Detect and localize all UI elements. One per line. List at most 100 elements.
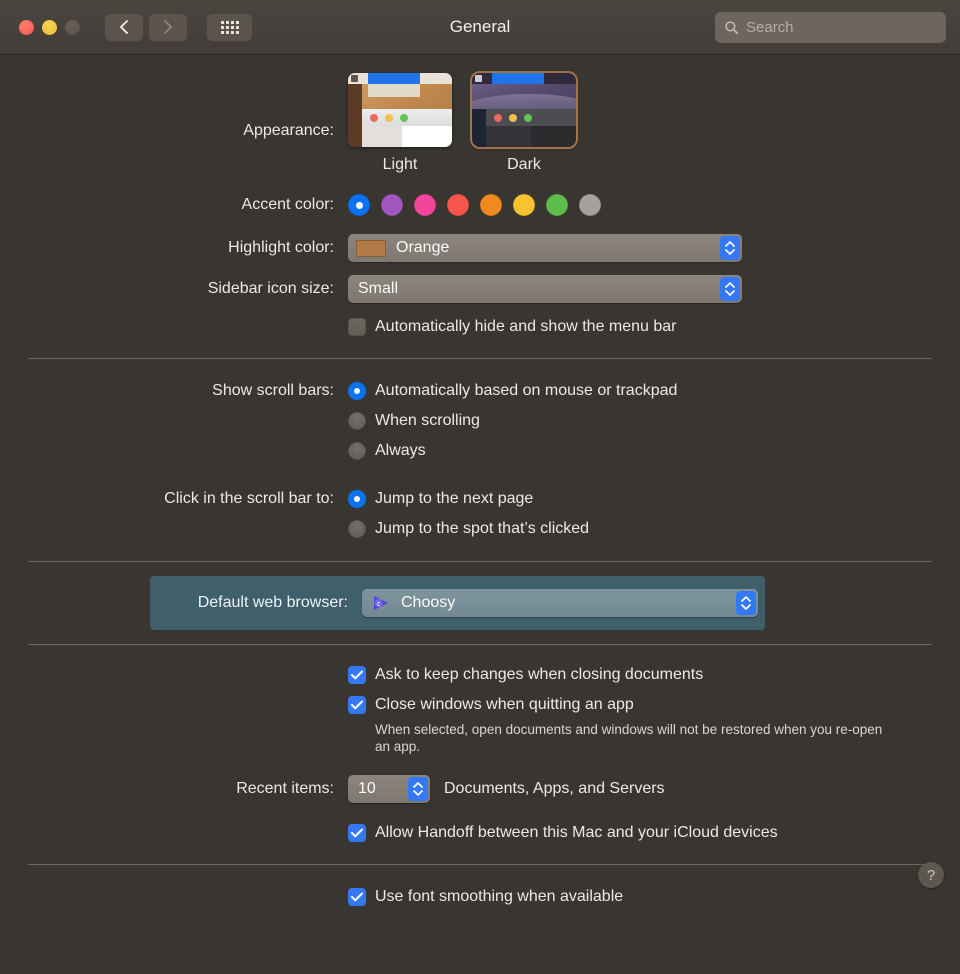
close-button[interactable] — [19, 19, 34, 35]
default-web-browser-label: Default web browser: — [197, 594, 348, 611]
grid-icon — [220, 20, 239, 34]
zoom-button[interactable] — [65, 19, 80, 35]
traffic-light-group — [19, 19, 80, 35]
handoff-label: Allow Handoff between this Mac and your … — [375, 824, 778, 841]
font-smoothing-label: Use font smoothing when available — [375, 888, 624, 905]
scrollbar-option-auto[interactable]: Automatically based on mouse or trackpad — [348, 381, 960, 400]
close-windows-row[interactable]: Close windows when quitting an app — [348, 695, 960, 714]
scroll-click-radio-spot-clicked[interactable] — [348, 520, 366, 538]
accent-swatch-red[interactable] — [447, 194, 469, 216]
scroll-click-option-next-page[interactable]: Jump to the next page — [348, 489, 960, 508]
scrollbar-radio-always[interactable] — [348, 442, 366, 460]
divider-4 — [28, 864, 932, 865]
recent-items-stepper[interactable]: 10 — [348, 775, 430, 803]
divider-1 — [28, 358, 932, 359]
recent-items-row: Recent items: 10 Documents, Apps, and Se… — [0, 775, 960, 803]
recent-items-value: 10 — [358, 780, 376, 797]
appearance-options: Light Dark — [348, 71, 960, 174]
close-windows-label: Close windows when quitting an app — [375, 696, 634, 713]
accent-swatch-purple[interactable] — [381, 194, 403, 216]
show-scroll-bars-label: Show scroll bars: — [212, 382, 334, 399]
forward-button[interactable] — [149, 13, 187, 41]
font-smoothing-row: Use font smoothing when available — [0, 887, 960, 906]
svg-text:c: c — [377, 601, 381, 608]
scroll-click-radio-next-page[interactable] — [348, 490, 366, 508]
ask-keep-changes-row[interactable]: Ask to keep changes when closing documen… — [348, 665, 960, 684]
font-smoothing-checkbox[interactable] — [348, 888, 366, 906]
appearance-label: Appearance: — [243, 122, 334, 139]
divider-2 — [28, 561, 932, 562]
back-button[interactable] — [105, 13, 143, 41]
auto-hide-menu-bar-label: Automatically hide and show the menu bar — [375, 318, 677, 335]
default-web-browser-highlight-block: Default web browser: c Choosy — [150, 576, 765, 630]
show-all-button[interactable] — [207, 13, 252, 41]
accent-color-label: Accent color: — [241, 196, 334, 213]
highlight-color-value: Orange — [396, 239, 450, 256]
highlight-color-label: Highlight color: — [228, 239, 334, 256]
light-appearance-label: Light — [382, 156, 418, 173]
close-windows-checkbox[interactable] — [348, 696, 366, 714]
handoff-checkbox-row[interactable]: Allow Handoff between this Mac and your … — [348, 823, 960, 842]
back-chevron-icon — [120, 20, 128, 34]
dark-appearance-thumbnail[interactable] — [470, 71, 578, 149]
close-windows-hint: When selected, open documents and window… — [375, 722, 883, 754]
documents-row: Ask to keep changes when closing documen… — [0, 665, 960, 755]
navigation-buttons — [105, 13, 187, 41]
minimize-button[interactable] — [42, 19, 57, 35]
scrollbar-label-always: Always — [375, 442, 426, 459]
scrollbar-option-always[interactable]: Always — [348, 441, 960, 460]
scrollbar-radio-when-scrolling[interactable] — [348, 412, 366, 430]
search-icon — [725, 21, 739, 35]
window-titlebar: General Search — [0, 0, 960, 55]
appearance-row: Appearance: Light Dark — [0, 71, 960, 174]
handoff-checkbox[interactable] — [348, 824, 366, 842]
chevron-updown-icon[interactable] — [720, 277, 740, 301]
chevron-updown-icon[interactable] — [736, 591, 756, 615]
dark-appearance-label: Dark — [507, 156, 541, 173]
handoff-row: Allow Handoff between this Mac and your … — [0, 823, 960, 842]
light-appearance-thumbnail[interactable] — [348, 73, 452, 147]
scroll-click-label: Click in the scroll bar to: — [164, 490, 334, 507]
appearance-option-light[interactable]: Light — [348, 73, 452, 174]
default-web-browser-select[interactable]: c Choosy — [362, 589, 758, 617]
accent-swatch-green[interactable] — [546, 194, 568, 216]
highlight-color-select[interactable]: Orange — [348, 234, 742, 262]
highlight-color-swatch — [356, 239, 386, 257]
forward-chevron-icon — [164, 20, 172, 34]
accent-swatch-pink[interactable] — [414, 194, 436, 216]
scroll-click-label-spot-clicked: Jump to the spot that’s clicked — [375, 520, 590, 537]
font-smoothing-checkbox-row[interactable]: Use font smoothing when available — [348, 887, 960, 906]
show-scroll-bars-row: Show scroll bars: Automatically based on… — [0, 381, 960, 471]
chevron-updown-icon[interactable] — [720, 236, 740, 260]
sidebar-icon-size-row: Sidebar icon size: Small — [0, 275, 960, 303]
scroll-click-row: Click in the scroll bar to: Jump to the … — [0, 489, 960, 549]
accent-swatch-yellow[interactable] — [513, 194, 535, 216]
search-placeholder: Search — [746, 19, 794, 36]
scroll-click-option-spot-clicked[interactable]: Jump to the spot that’s clicked — [348, 519, 960, 538]
accent-swatch-graphite[interactable] — [579, 194, 601, 216]
choosy-app-icon: c — [371, 593, 391, 613]
auto-hide-menu-bar-checkbox-row[interactable]: Automatically hide and show the menu bar — [348, 317, 960, 336]
preferences-content: Appearance: Light Dark Accent color: Hig… — [0, 71, 960, 906]
recent-items-suffix: Documents, Apps, and Servers — [444, 780, 665, 797]
recent-items-label: Recent items: — [236, 780, 334, 797]
accent-swatch-orange[interactable] — [480, 194, 502, 216]
help-button[interactable]: ? — [918, 862, 944, 888]
scrollbar-label-when-scrolling: When scrolling — [375, 412, 480, 429]
question-mark-icon: ? — [926, 866, 936, 884]
scrollbar-option-when-scrolling[interactable]: When scrolling — [348, 411, 960, 430]
appearance-option-dark[interactable]: Dark — [470, 71, 578, 174]
accent-color-swatches — [348, 194, 960, 216]
accent-swatch-blue[interactable] — [348, 194, 370, 216]
chevron-updown-icon[interactable] — [408, 777, 428, 801]
sidebar-icon-size-select[interactable]: Small — [348, 275, 742, 303]
auto-hide-menu-bar-checkbox[interactable] — [348, 318, 366, 336]
search-field[interactable]: Search — [715, 12, 946, 43]
highlight-color-row: Highlight color: Orange — [0, 234, 960, 262]
sidebar-icon-size-label: Sidebar icon size: — [207, 280, 334, 297]
scrollbar-label-auto: Automatically based on mouse or trackpad — [375, 382, 678, 399]
sidebar-icon-size-value: Small — [358, 280, 399, 297]
scrollbar-radio-auto[interactable] — [348, 382, 366, 400]
divider-3 — [28, 644, 932, 645]
ask-keep-changes-checkbox[interactable] — [348, 666, 366, 684]
